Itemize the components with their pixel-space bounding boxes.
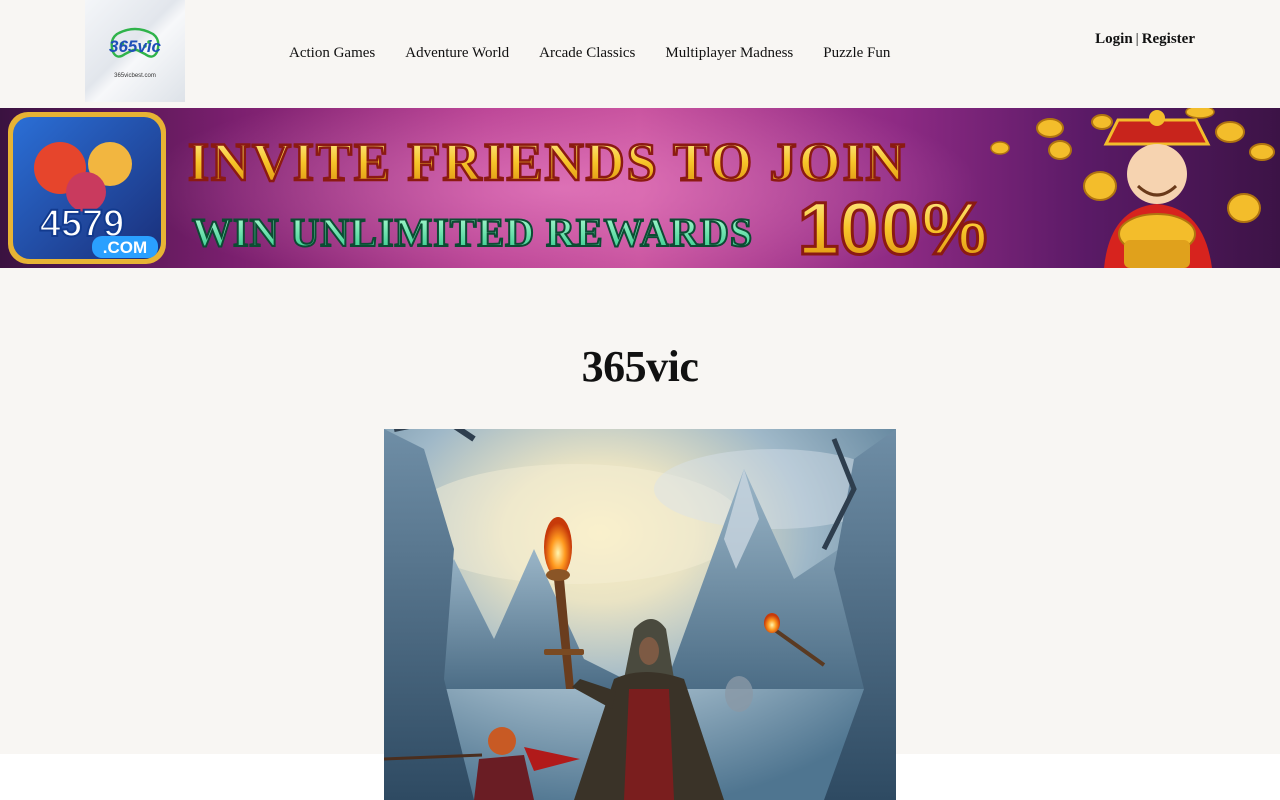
svg-text:.COM: .COM bbox=[103, 238, 147, 257]
hero-scene bbox=[384, 429, 896, 800]
logo-domain: 365vicbest.com bbox=[114, 73, 156, 79]
site-logo[interactable]: 365vic 365vicbest.com bbox=[85, 0, 185, 102]
promo-banner[interactable]: 4579 .COM INVITE FRIENDS TO JOIN WIN UNL… bbox=[0, 108, 1280, 268]
svg-text:365vic: 365vic bbox=[109, 37, 162, 56]
nav-action-games[interactable]: Action Games bbox=[289, 44, 375, 62]
brand-badge: 4579 .COM bbox=[8, 112, 166, 264]
page: 365vic 365vicbest.com Action Games Adven… bbox=[0, 0, 1280, 800]
main-nav: Action Games Adventure World Arcade Clas… bbox=[289, 44, 890, 62]
promo-percent: 100% bbox=[798, 187, 987, 268]
promo-banner-art: 4579 .COM INVITE FRIENDS TO JOIN WIN UNL… bbox=[8, 108, 1275, 268]
hero-artwork bbox=[384, 429, 896, 800]
auth-separator: | bbox=[1135, 31, 1139, 47]
register-link[interactable]: Register bbox=[1142, 31, 1195, 47]
nav-adventure-world[interactable]: Adventure World bbox=[405, 44, 509, 62]
wealth-god-figure bbox=[1103, 110, 1212, 268]
nav-arcade-classics[interactable]: Arcade Classics bbox=[539, 44, 635, 62]
nav-puzzle-fun[interactable]: Puzzle Fun bbox=[823, 44, 890, 62]
site-header: 365vic 365vicbest.com Action Games Adven… bbox=[0, 0, 1280, 108]
promo-subline: WIN UNLIMITED REWARDS bbox=[192, 210, 753, 255]
page-title: 365vic bbox=[581, 342, 699, 391]
auth-links: Login | Register bbox=[1095, 30, 1195, 48]
gamepad-logo-icon: 365vic bbox=[109, 27, 162, 58]
nav-multiplayer-madness[interactable]: Multiplayer Madness bbox=[665, 44, 793, 62]
promo-headline: INVITE FRIENDS TO JOIN bbox=[188, 132, 907, 192]
login-link[interactable]: Login bbox=[1095, 31, 1133, 47]
